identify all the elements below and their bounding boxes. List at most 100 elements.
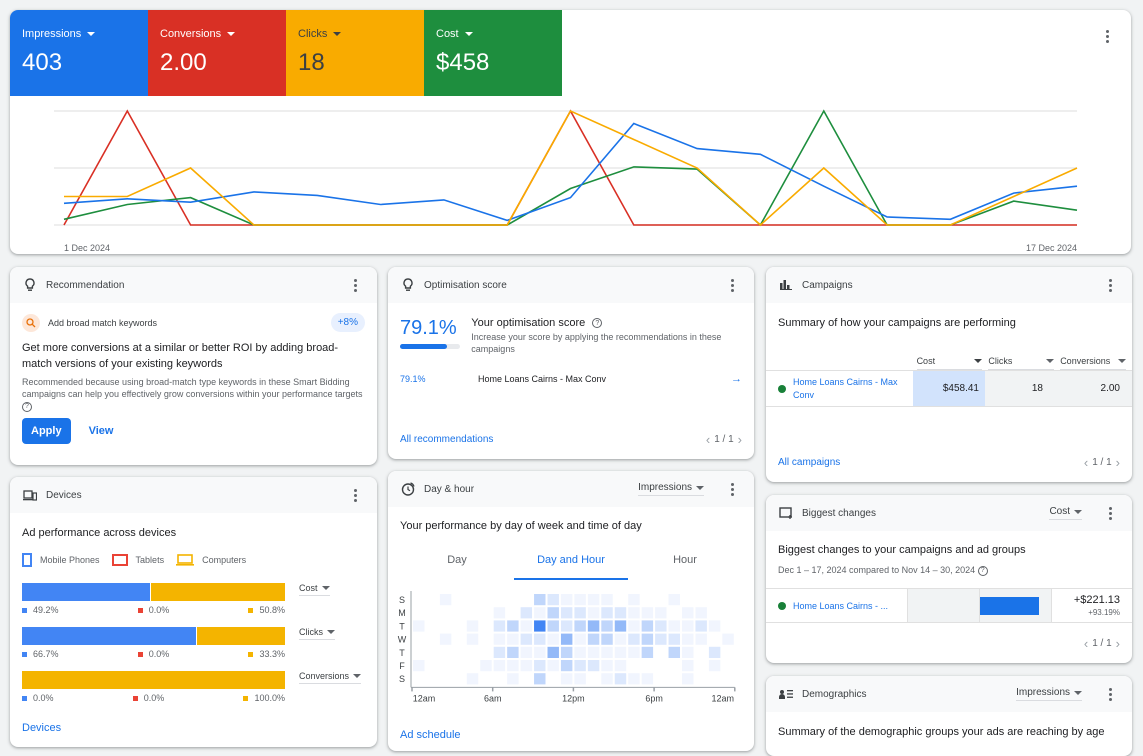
arrow-right-icon[interactable]: → <box>731 373 742 385</box>
heatmap-cell[interactable] <box>520 607 533 619</box>
heatmap-cell[interactable] <box>628 594 640 606</box>
heatmap-cell[interactable] <box>641 673 654 685</box>
heatmap-cell[interactable] <box>520 620 533 632</box>
heatmap-cell[interactable] <box>587 646 600 658</box>
heatmap-cell[interactable] <box>534 633 546 645</box>
heatmap-cell[interactable] <box>655 633 667 645</box>
heatmap-cell[interactable] <box>534 607 546 619</box>
heatmap-cell[interactable] <box>682 633 694 645</box>
more-options-icon[interactable] <box>1100 503 1120 523</box>
heatmap-cell[interactable] <box>655 620 667 632</box>
heatmap-cell[interactable] <box>520 660 533 672</box>
heatmap-cell[interactable] <box>601 660 613 672</box>
metric-dropdown-clicks[interactable]: Clicks <box>299 627 335 640</box>
heatmap-cell[interactable] <box>413 660 425 672</box>
tile-impressions[interactable]: Impressions 403 <box>10 10 148 96</box>
heatmap-cell[interactable] <box>587 594 600 606</box>
more-options-icon[interactable] <box>1100 275 1120 295</box>
view-link[interactable]: View <box>89 425 114 437</box>
heatmap-cell[interactable] <box>507 673 519 685</box>
heatmap-cell[interactable] <box>507 633 519 645</box>
heatmap-cell[interactable] <box>560 607 573 619</box>
heatmap-cell[interactable] <box>668 633 680 645</box>
more-options-icon[interactable] <box>1097 26 1117 46</box>
help-icon[interactable]: ? <box>592 318 603 329</box>
heatmap-cell[interactable] <box>708 646 721 658</box>
all-recommendations-link[interactable]: All recommendations <box>400 434 493 445</box>
heatmap-cell[interactable] <box>601 607 613 619</box>
campaign-score-row[interactable]: 79.1% Home Loans Cairns - Max Conv → <box>388 355 754 385</box>
heatmap-cell[interactable] <box>439 633 452 645</box>
heatmap-cell[interactable] <box>574 620 586 632</box>
heatmap-cell[interactable] <box>466 633 479 645</box>
ad-schedule-link[interactable]: Ad schedule <box>400 729 461 741</box>
heatmap-cell[interactable] <box>439 594 452 606</box>
all-campaigns-link[interactable]: All campaigns <box>778 457 840 468</box>
heatmap-cell[interactable] <box>614 607 627 619</box>
heatmap-cell[interactable] <box>534 620 546 632</box>
heatmap-cell[interactable] <box>574 594 586 606</box>
heatmap-cell[interactable] <box>480 660 492 672</box>
chevron-left-icon[interactable]: ‹ <box>1084 455 1088 470</box>
heatmap-cell[interactable] <box>614 620 627 632</box>
column-header-conversions[interactable]: Conversions <box>1060 356 1126 370</box>
heatmap-cell[interactable] <box>574 633 586 645</box>
heatmap-cell[interactable] <box>574 660 586 672</box>
heatmap-cell[interactable] <box>520 633 533 645</box>
heatmap-cell[interactable] <box>628 673 640 685</box>
help-icon[interactable]: ? <box>22 401 32 412</box>
heatmap-cell[interactable] <box>507 660 519 672</box>
column-header-clicks[interactable]: Clicks <box>988 356 1055 370</box>
heatmap-cell[interactable] <box>587 620 600 632</box>
heatmap-cell[interactable] <box>682 620 694 632</box>
more-options-icon[interactable] <box>345 275 365 295</box>
heatmap-cell[interactable] <box>601 673 613 685</box>
metric-dropdown[interactable]: Impressions <box>638 482 704 496</box>
heatmap-cell[interactable] <box>722 633 734 645</box>
heatmap-cell[interactable] <box>520 646 533 658</box>
chevron-right-icon[interactable]: › <box>1116 636 1120 651</box>
heatmap-cell[interactable] <box>614 660 627 672</box>
heatmap-cell[interactable] <box>641 607 654 619</box>
tab-day[interactable]: Day <box>400 554 514 580</box>
heatmap-cell[interactable] <box>587 633 600 645</box>
heatmap-cell[interactable] <box>682 660 694 672</box>
heatmap-cell[interactable] <box>695 633 707 645</box>
tile-cost[interactable]: Cost $458 <box>424 10 562 96</box>
chevron-left-icon[interactable]: ‹ <box>1084 636 1088 651</box>
heatmap-cell[interactable] <box>493 633 506 645</box>
campaign-link[interactable]: Home Loans Cairns - Max Conv <box>793 376 913 402</box>
heatmap-cell[interactable] <box>628 607 640 619</box>
more-options-icon[interactable] <box>722 479 742 499</box>
heatmap-cell[interactable] <box>534 594 546 606</box>
help-icon[interactable]: ? <box>977 565 988 576</box>
heatmap-cell[interactable] <box>493 607 506 619</box>
heatmap-cell[interactable] <box>507 620 519 632</box>
heatmap-cell[interactable] <box>628 620 640 632</box>
heatmap-cell[interactable] <box>601 646 613 658</box>
heatmap-cell[interactable] <box>641 620 654 632</box>
heatmap-cell[interactable] <box>587 660 600 672</box>
more-options-icon[interactable] <box>345 485 365 505</box>
metric-dropdown[interactable]: Impressions <box>1016 687 1082 701</box>
heatmap-cell[interactable] <box>413 620 425 632</box>
heatmap-cell[interactable] <box>560 646 573 658</box>
metric-dropdown-conversions[interactable]: Conversions <box>299 671 362 684</box>
heatmap-cell[interactable] <box>560 660 573 672</box>
more-options-icon[interactable] <box>722 275 742 295</box>
heatmap-cell[interactable] <box>601 633 613 645</box>
more-options-icon[interactable] <box>1100 684 1120 704</box>
heatmap-cell[interactable] <box>493 660 506 672</box>
heatmap-cell[interactable] <box>641 633 654 645</box>
heatmap-cell[interactable] <box>547 594 559 606</box>
chevron-right-icon[interactable]: › <box>738 432 742 447</box>
heatmap-cell[interactable] <box>574 607 586 619</box>
heatmap-cell[interactable] <box>547 633 559 645</box>
heatmap-cell[interactable] <box>574 646 586 658</box>
heatmap-cell[interactable] <box>560 633 573 645</box>
heatmap-cell[interactable] <box>695 607 707 619</box>
heatmap-cell[interactable] <box>466 620 479 632</box>
heatmap-cell[interactable] <box>560 620 573 632</box>
heatmap-cell[interactable] <box>507 646 519 658</box>
heatmap-cell[interactable] <box>534 646 546 658</box>
